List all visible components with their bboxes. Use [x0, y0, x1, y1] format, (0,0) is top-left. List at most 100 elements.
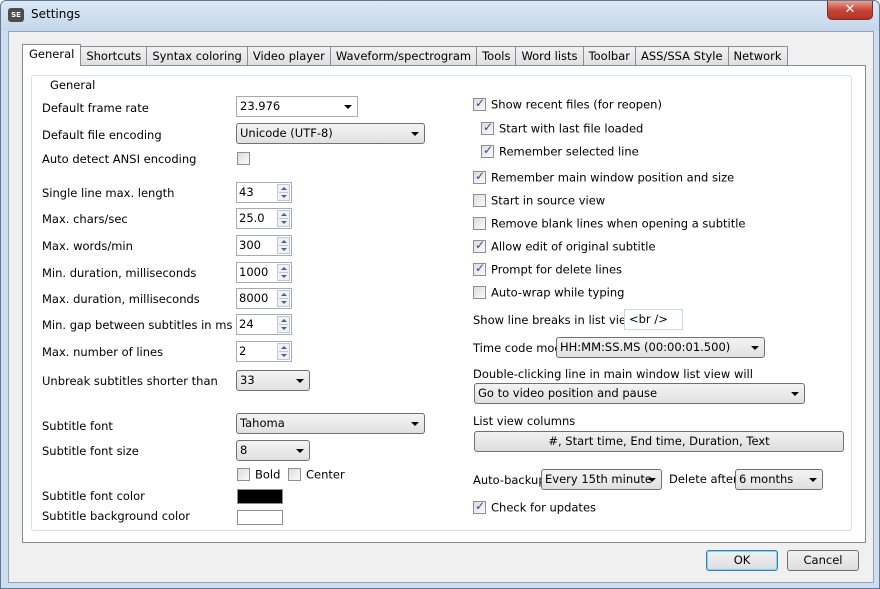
chevron-down-icon: [411, 132, 419, 136]
tab-video-player[interactable]: Video player: [247, 46, 331, 65]
app-icon: SE: [8, 8, 24, 22]
start-with-last-file-checkbox[interactable]: [481, 120, 494, 135]
group-title: General: [47, 78, 99, 92]
remove-blank-lines-label: Remove blank lines when opening a subtit…: [491, 216, 746, 231]
chevron-down-icon: [344, 105, 352, 109]
max-chars-sec-label: Max. chars/sec: [42, 212, 128, 226]
auto-wrap-checkbox[interactable]: [473, 286, 486, 299]
unbreak-shorter-value: 33: [240, 373, 255, 387]
subtitle-font-size-combo[interactable]: 8: [236, 440, 310, 461]
subtitle-font-label: Subtitle font: [42, 419, 113, 433]
unbreak-shorter-label: Unbreak subtitles shorter than: [42, 374, 218, 388]
bold-option[interactable]: Bold: [237, 467, 280, 482]
spin-up-icon: [281, 267, 287, 270]
allow-edit-original-option[interactable]: Allow edit of original subtitle: [473, 238, 656, 254]
remember-window-position-checkbox[interactable]: [473, 169, 486, 184]
max-duration-spinner[interactable]: 8000: [236, 288, 292, 309]
remove-blank-lines-checkbox[interactable]: [473, 217, 486, 230]
spin-buttons[interactable]: [277, 290, 290, 307]
remember-selected-line-checkbox[interactable]: [481, 143, 494, 158]
delete-after-label: Delete after: [669, 472, 738, 486]
spin-up-icon: [281, 240, 287, 243]
spin-down-icon: [281, 221, 287, 224]
show-recent-files-checkbox[interactable]: [473, 96, 486, 111]
tab-shortcuts[interactable]: Shortcuts: [81, 46, 148, 65]
remember-window-position-option[interactable]: Remember main window position and size: [473, 169, 734, 185]
spin-up-icon: [281, 213, 287, 216]
tab-waveform-spectrogram[interactable]: Waveform/spectrogram: [330, 46, 478, 65]
max-chars-sec-value: 25.0: [239, 211, 265, 225]
tab-tools[interactable]: Tools: [477, 46, 517, 65]
allow-edit-original-checkbox[interactable]: [473, 238, 486, 253]
delete-after-combo[interactable]: 6 months: [735, 469, 823, 490]
max-chars-sec-spinner[interactable]: 25.0: [236, 208, 292, 229]
time-code-mode-label: Time code mode: [473, 341, 569, 355]
center-option[interactable]: Center: [288, 467, 345, 482]
max-lines-label: Max. number of lines: [42, 345, 164, 359]
time-code-mode-value: HH:MM:SS.MS (00:00:01.500): [560, 340, 731, 354]
start-with-last-file-label: Start with last file loaded: [499, 121, 644, 136]
remember-selected-line-option[interactable]: Remember selected line: [481, 143, 639, 159]
spin-up-icon: [281, 319, 287, 322]
spin-up-icon: [281, 187, 287, 190]
spin-buttons[interactable]: [277, 237, 290, 254]
unbreak-shorter-combo[interactable]: 33: [236, 370, 310, 391]
time-code-mode-combo[interactable]: HH:MM:SS.MS (00:00:01.500): [556, 337, 765, 358]
tab-ass-ssa-style[interactable]: ASS/SSA Style: [635, 46, 729, 65]
default-frame-rate-value: 23.976: [240, 99, 281, 113]
min-gap-spinner[interactable]: 24: [236, 314, 292, 335]
default-frame-rate-combo[interactable]: 23.976: [236, 96, 358, 117]
max-lines-spinner[interactable]: 2: [236, 341, 292, 362]
line-breaks-input[interactable]: <br />: [624, 309, 683, 330]
spin-buttons[interactable]: [277, 264, 290, 281]
spin-down-icon: [281, 275, 287, 278]
auto-detect-ansi-checkbox[interactable]: [237, 152, 250, 165]
bold-label: Bold: [255, 467, 281, 482]
start-in-source-view-checkbox[interactable]: [473, 194, 486, 207]
auto-backup-value: Every 15th minute: [545, 472, 652, 486]
spin-buttons[interactable]: [277, 210, 290, 227]
spin-buttons[interactable]: [277, 184, 290, 201]
auto-wrap-option[interactable]: Auto-wrap while typing: [473, 285, 624, 300]
subtitle-font-size-label: Subtitle font size: [42, 444, 139, 458]
tab-word-lists[interactable]: Word lists: [516, 46, 584, 65]
chevron-down-icon: [296, 449, 304, 453]
delete-after-value: 6 months: [739, 472, 794, 486]
default-file-encoding-combo[interactable]: Unicode (UTF-8): [236, 123, 425, 144]
start-in-source-view-option[interactable]: Start in source view: [473, 193, 605, 208]
max-words-min-spinner[interactable]: 300: [236, 235, 292, 256]
remove-blank-lines-option[interactable]: Remove blank lines when opening a subtit…: [473, 216, 746, 231]
check-updates-checkbox[interactable]: [473, 499, 486, 514]
close-icon: ✕: [844, 2, 856, 17]
min-duration-spinner[interactable]: 1000: [236, 262, 292, 283]
spin-buttons[interactable]: [277, 343, 290, 360]
list-view-columns-button[interactable]: #, Start time, End time, Duration, Text: [474, 431, 844, 452]
tab-network[interactable]: Network: [728, 46, 788, 65]
ok-button[interactable]: OK: [706, 550, 778, 571]
spin-up-icon: [281, 293, 287, 296]
chevron-down-icon: [751, 346, 759, 350]
subtitle-font-color-swatch[interactable]: [237, 489, 283, 504]
prompt-delete-lines-checkbox[interactable]: [473, 261, 486, 276]
spin-down-icon: [281, 195, 287, 198]
bold-checkbox[interactable]: [237, 468, 250, 481]
double-click-action-combo[interactable]: Go to video position and pause: [474, 383, 805, 404]
chevron-down-icon: [648, 478, 656, 482]
prompt-delete-lines-option[interactable]: Prompt for delete lines: [473, 261, 622, 277]
start-with-last-file-option[interactable]: Start with last file loaded: [481, 120, 644, 136]
spin-buttons[interactable]: [277, 316, 290, 333]
check-updates-option[interactable]: Check for updates: [473, 499, 596, 515]
auto-backup-combo[interactable]: Every 15th minute: [541, 469, 662, 490]
tab-syntax-coloring[interactable]: Syntax coloring: [147, 46, 248, 65]
show-recent-files-option[interactable]: Show recent files (for reopen): [473, 96, 662, 112]
single-line-max-length-spinner[interactable]: 43: [236, 182, 292, 203]
close-button[interactable]: ✕: [827, 1, 873, 20]
cancel-button[interactable]: Cancel: [787, 550, 859, 571]
subtitle-font-combo[interactable]: Tahoma: [236, 413, 425, 434]
title-bar[interactable]: SE Settings ✕: [1, 1, 879, 31]
tab-toolbar[interactable]: Toolbar: [583, 46, 636, 65]
center-checkbox[interactable]: [288, 468, 301, 481]
default-file-encoding-label: Default file encoding: [42, 128, 162, 142]
tab-general[interactable]: General: [22, 44, 82, 66]
subtitle-background-color-swatch[interactable]: [237, 510, 283, 525]
